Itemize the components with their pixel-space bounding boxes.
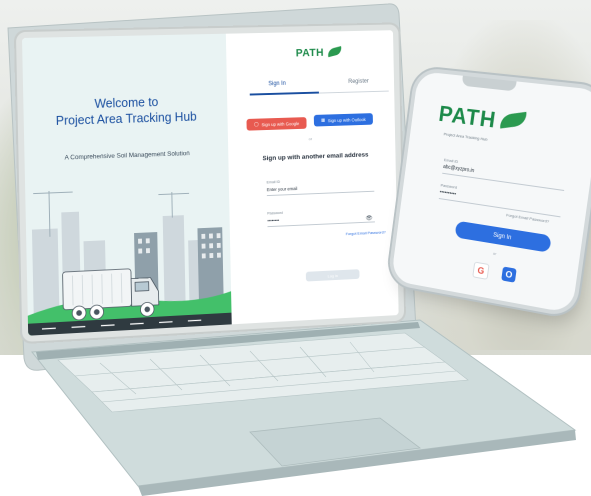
laptop-screen: Welcome to Project Area Tracking Hub A C…: [22, 30, 399, 336]
phone-password-label: Password: [440, 182, 458, 190]
forgot-password-link[interactable]: Forgot Email Password?: [346, 230, 386, 237]
or-divider: or: [308, 136, 313, 142]
email-field[interactable]: Enter your email: [267, 186, 298, 192]
active-tab-indicator: [249, 91, 319, 96]
phone-path-logo: PATH: [437, 101, 498, 133]
google-icon[interactable]: G: [472, 261, 490, 280]
welcome-title: Welcome to Project Area Tracking Hub: [23, 92, 227, 130]
outlook-signup-button[interactable]: ▦ Sign up with Outlook: [313, 113, 373, 127]
outlook-signup-label: Sign up with Outlook: [327, 116, 366, 123]
login-button[interactable]: Log in: [305, 269, 360, 282]
phone-or-divider: or: [492, 250, 497, 257]
password-label: Password: [267, 210, 283, 216]
welcome-panel: Welcome to Project Area Tracking Hub A C…: [22, 33, 232, 336]
phone-leaf-icon: [498, 111, 528, 129]
signin-panel: PATH Sign In Register ◯ Sign up with Goo…: [225, 30, 399, 325]
password-field[interactable]: ••••••••: [267, 218, 279, 223]
email-label: Email ID: [266, 180, 281, 185]
phone-device: PATH Project Area Tracking Hub Email ID …: [390, 71, 591, 314]
google-signup-button[interactable]: ◯ Sign up with Google: [246, 117, 307, 131]
city-illustration: [27, 170, 232, 336]
outlook-icon: ▦: [320, 117, 326, 123]
tab-sign-in[interactable]: Sign In: [268, 81, 286, 87]
phone-subtitle: Project Area Tracking Hub: [443, 131, 488, 142]
phone-password-field[interactable]: ••••••••••: [439, 189, 456, 197]
google-signup-label: Sign up with Google: [261, 120, 300, 127]
auth-tabs: Sign In Register: [240, 78, 389, 96]
phone-email-underline: [442, 172, 565, 191]
alt-signup-heading: Sign up with another email address: [262, 151, 369, 163]
tab-divider: [318, 90, 389, 93]
path-logo: PATH: [295, 47, 325, 60]
password-underline: [267, 221, 375, 227]
phone-email-label: Email ID: [443, 157, 459, 164]
eye-icon[interactable]: 👁: [366, 215, 373, 222]
leaf-icon: [326, 46, 343, 58]
phone-password-underline: [438, 198, 561, 217]
outlook-icon[interactable]: O: [501, 266, 517, 283]
tagline: A Comprehensive Soil Management Solution: [64, 150, 190, 162]
google-icon: ◯: [253, 121, 259, 127]
phone-signin-button[interactable]: Sign In: [454, 220, 552, 253]
tab-register[interactable]: Register: [348, 79, 369, 85]
